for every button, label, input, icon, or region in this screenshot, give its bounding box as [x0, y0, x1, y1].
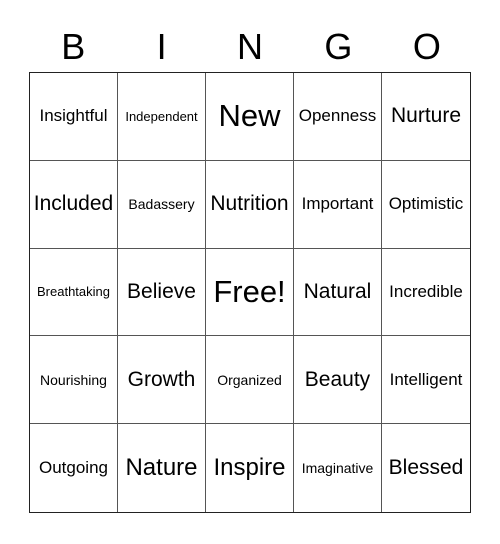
- header-letter-n: N: [237, 26, 264, 67]
- header-letter-b: B: [61, 26, 86, 67]
- bingo-cell: Badassery: [118, 160, 206, 249]
- bingo-cell: New: [206, 73, 294, 161]
- bingo-cell: Intelligent: [382, 336, 470, 425]
- bingo-cell: Natural: [294, 248, 382, 337]
- bingo-header: B I N G O: [29, 22, 471, 72]
- bingo-cell: Nature: [118, 424, 206, 512]
- bingo-cell: Beauty: [294, 336, 382, 425]
- bingo-cell: Nurture: [382, 73, 470, 161]
- bingo-cell: Blessed: [388, 456, 464, 480]
- bingo-cell: Inspire: [206, 424, 294, 512]
- bingo-grid: Insightful Independent New Openness Nurt…: [29, 72, 471, 513]
- bingo-cell: Growth: [118, 336, 206, 425]
- bingo-cell: Nourishing: [30, 336, 118, 425]
- header-letter-o: O: [412, 26, 441, 67]
- bingo-cell: Imaginative: [294, 424, 382, 512]
- bingo-cell: Important: [294, 160, 382, 249]
- bingo-cell: Included: [30, 160, 118, 249]
- bingo-cell: Believe: [118, 248, 206, 337]
- bingo-cell: Outgoing: [30, 424, 118, 512]
- free-space-cell: Free!: [206, 248, 294, 337]
- bingo-cell: Incredible: [382, 249, 470, 337]
- bingo-cell: Breathtaking: [30, 248, 118, 337]
- header-letter-i: I: [156, 26, 167, 67]
- bingo-cell: Optimistic: [382, 161, 470, 249]
- bingo-cell: Openness: [294, 73, 382, 161]
- bingo-cell: Independent: [118, 73, 206, 161]
- bingo-cell: Nutrition: [206, 160, 294, 249]
- bingo-cell: Organized: [206, 336, 294, 425]
- bingo-cell: Insightful: [30, 73, 118, 161]
- header-letter-g: G: [324, 26, 353, 67]
